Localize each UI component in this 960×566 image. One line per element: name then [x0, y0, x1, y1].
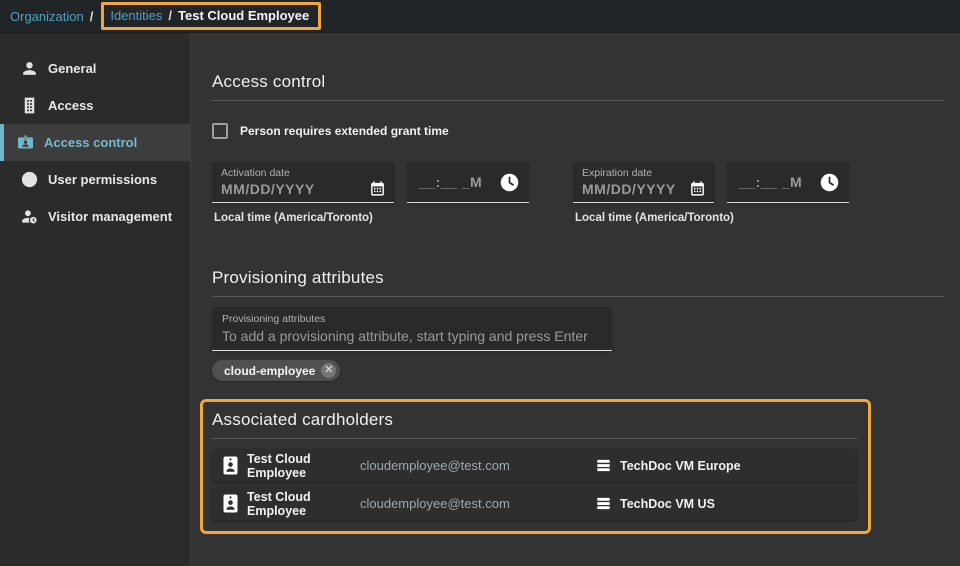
- extended-grant-row: Person requires extended grant time: [212, 123, 960, 139]
- close-icon[interactable]: ✕: [321, 363, 336, 378]
- provisioning-input-label: Provisioning attributes: [222, 313, 602, 325]
- cardholder-system: TechDoc VM US: [620, 497, 715, 511]
- activation-date-field[interactable]: Activation date MM/DD/YYYY: [212, 162, 394, 203]
- breadcrumb-organization[interactable]: Organization: [10, 9, 84, 24]
- cardholder-row[interactable]: Test Cloud Employee cloudemployee@test.c…: [212, 449, 857, 482]
- activation-date-placeholder: MM/DD/YYYY: [221, 181, 315, 197]
- divider: [212, 100, 944, 101]
- breadcrumb-separator: /: [90, 9, 94, 24]
- visitor-clock-icon: [20, 207, 39, 226]
- sidebar-item-general[interactable]: General: [0, 50, 190, 87]
- server-icon: [596, 458, 611, 473]
- breadcrumb-current-page: Test Cloud Employee: [178, 8, 309, 23]
- cardholder-email: cloudemployee@test.com: [360, 458, 596, 473]
- top-bar: Organization / Identities / Test Cloud E…: [0, 0, 960, 33]
- provisioning-attributes-input[interactable]: Provisioning attributes To add a provisi…: [212, 307, 612, 351]
- provisioning-title: Provisioning attributes: [212, 268, 960, 288]
- badge-icon: [223, 456, 238, 475]
- cardholder-name: Test Cloud Employee: [247, 490, 360, 518]
- sidebar-item-label: Access control: [44, 135, 137, 150]
- activation-timezone-note: Local time (America/Toronto): [212, 212, 529, 224]
- cardholder-system: TechDoc VM Europe: [620, 459, 741, 473]
- expiration-timezone-note: Local time (America/Toronto): [573, 212, 849, 224]
- clock-icon[interactable]: [819, 172, 840, 193]
- activation-date-label: Activation date: [221, 167, 386, 179]
- cardholder-email: cloudemployee@test.com: [360, 496, 596, 511]
- cardholder-name: Test Cloud Employee: [247, 452, 360, 480]
- sidebar-item-visitor-management[interactable]: Visitor management: [0, 198, 190, 235]
- date-time-fields: Activation date MM/DD/YYYY __:__ _M: [212, 162, 960, 224]
- calendar-icon[interactable]: [689, 180, 706, 197]
- expiration-date-label: Expiration date: [582, 167, 706, 179]
- attribute-chip-label: cloud-employee: [224, 364, 315, 378]
- sidebar-item-label: Access: [48, 98, 94, 113]
- badge-icon: [223, 494, 238, 513]
- sidebar-nav: General Access Access control: [0, 33, 191, 566]
- cardholder-list: Test Cloud Employee cloudemployee@test.c…: [212, 449, 857, 520]
- sidebar-item-access-control[interactable]: Access control: [0, 124, 190, 161]
- sidebar-item-label: User permissions: [48, 172, 157, 187]
- server-icon: [596, 496, 611, 511]
- provisioning-input-placeholder: To add a provisioning attribute, start t…: [222, 328, 602, 344]
- annotation-highlight-breadcrumb: Identities / Test Cloud Employee: [101, 2, 321, 30]
- divider: [212, 438, 857, 439]
- clock-icon[interactable]: [499, 172, 520, 193]
- page-title: Access control: [212, 72, 960, 92]
- sidebar-item-label: Visitor management: [48, 209, 172, 224]
- badge-icon: [16, 133, 35, 152]
- cardholder-row[interactable]: Test Cloud Employee cloudemployee@test.c…: [212, 487, 857, 520]
- expiration-time-field[interactable]: __:__ _M: [727, 162, 849, 203]
- activation-time-placeholder: __:__ _M: [419, 174, 482, 190]
- section-access-control: Access control Person requires extended …: [212, 72, 960, 224]
- cardholders-title: Associated cardholders: [212, 410, 857, 430]
- person-icon: [20, 59, 39, 78]
- calendar-icon[interactable]: [369, 180, 386, 197]
- expiration-date-placeholder: MM/DD/YYYY: [582, 181, 676, 197]
- annotation-highlight-cardholders: Associated cardholders Test Cloud Employ…: [200, 399, 871, 534]
- main-content: Access control Person requires extended …: [191, 33, 960, 566]
- breadcrumb-separator: /: [168, 8, 172, 23]
- extended-grant-label: Person requires extended grant time: [240, 124, 449, 138]
- globe-icon: [20, 170, 39, 189]
- divider: [212, 296, 944, 297]
- extended-grant-checkbox[interactable]: [212, 123, 228, 139]
- activation-time-field[interactable]: __:__ _M: [407, 162, 529, 203]
- sidebar-item-label: General: [48, 61, 96, 76]
- expiration-time-placeholder: __:__ _M: [739, 174, 802, 190]
- activation-group: Activation date MM/DD/YYYY __:__ _M: [212, 162, 529, 224]
- breadcrumb-identities[interactable]: Identities: [110, 8, 162, 23]
- section-provisioning-attributes: Provisioning attributes Provisioning att…: [212, 268, 960, 381]
- building-icon: [20, 96, 39, 115]
- attribute-chip: cloud-employee ✕: [212, 360, 340, 381]
- expiration-date-field[interactable]: Expiration date MM/DD/YYYY: [573, 162, 714, 203]
- expiration-group: Expiration date MM/DD/YYYY __:__ _M: [573, 162, 849, 224]
- sidebar-item-user-permissions[interactable]: User permissions: [0, 161, 190, 198]
- sidebar-item-access[interactable]: Access: [0, 87, 190, 124]
